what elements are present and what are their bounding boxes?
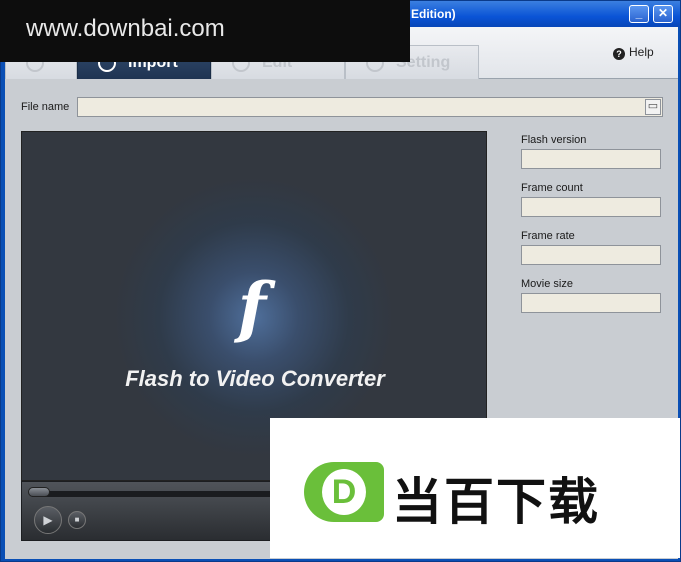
flash-version-label: Flash version <box>521 134 587 146</box>
help-icon: ? <box>613 48 625 60</box>
frame-rate-field <box>521 245 661 265</box>
movie-size-field <box>521 293 661 313</box>
watermark-text: www.downbai.com <box>26 15 225 42</box>
help-link[interactable]: ? Help <box>613 45 654 60</box>
file-name-label: File name <box>21 101 70 113</box>
frame-rate-label: Frame rate <box>521 230 575 242</box>
seek-thumb[interactable] <box>28 487 50 497</box>
frame-count-field <box>521 197 661 217</box>
play-button[interactable]: ▶ <box>34 506 62 534</box>
close-button[interactable]: ✕ <box>653 5 673 23</box>
help-label: Help <box>629 45 654 59</box>
brand-logo: D <box>304 462 384 522</box>
minimize-button[interactable]: _ <box>629 5 649 23</box>
movie-size-label: Movie size <box>521 278 573 290</box>
flash-version-field <box>521 149 661 169</box>
ad-text: 当百下载 <box>392 474 600 530</box>
file-name-field[interactable] <box>77 97 663 117</box>
brand-logo-letter: D <box>322 469 366 515</box>
preview-caption: Flash to Video Converter <box>125 366 385 391</box>
browse-folder-icon[interactable]: ▭ <box>645 99 661 115</box>
window-title: Edition) <box>411 7 456 21</box>
frame-count-label: Frame count <box>521 182 583 194</box>
stop-button[interactable]: ■ <box>68 511 86 529</box>
flash-logo-icon: f <box>237 268 267 346</box>
ad-overlay: D 当百下载 <box>270 418 680 558</box>
watermark-banner: www.downbai.com <box>0 0 410 62</box>
